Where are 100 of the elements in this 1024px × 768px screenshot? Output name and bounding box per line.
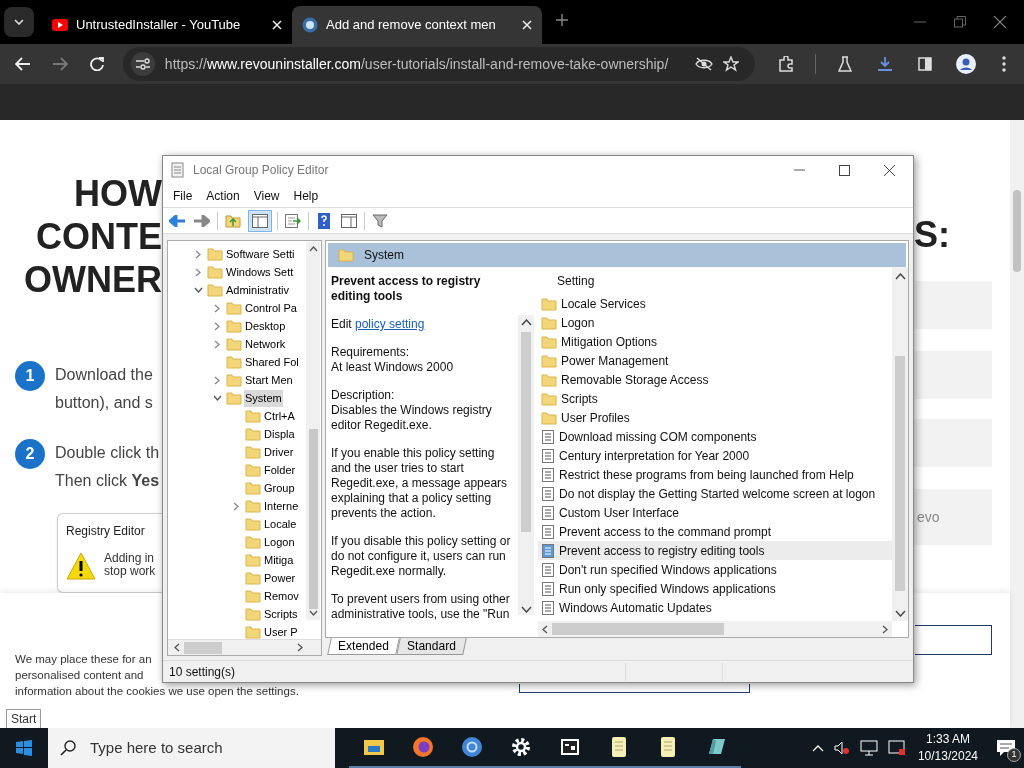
scroll-down-icon[interactable]	[894, 610, 906, 617]
tree-item[interactable]: Scripts	[263, 605, 299, 623]
network-icon[interactable]	[859, 740, 878, 756]
tree-item[interactable]: Power	[263, 569, 297, 587]
tree-item[interactable]: User P	[263, 623, 299, 639]
scroll-down-icon[interactable]	[308, 610, 318, 616]
scroll-up-icon[interactable]	[520, 319, 532, 326]
monitor-alert-icon[interactable]	[887, 740, 906, 756]
setting-row[interactable]: Windows Automatic Updates	[538, 598, 892, 617]
tree-item[interactable]: Desktop	[244, 317, 287, 335]
tree-item[interactable]: Displa	[263, 425, 296, 443]
chevron-right-icon[interactable]	[214, 375, 220, 385]
heading-text: S:	[914, 213, 951, 256]
scroll-left-icon[interactable]	[174, 643, 180, 652]
scroll-left-icon[interactable]	[542, 624, 548, 634]
eye-slash-icon[interactable]	[695, 57, 713, 71]
scroll-up-icon[interactable]	[894, 273, 906, 280]
tree-item[interactable]: System	[244, 389, 283, 407]
menu-item[interactable]: View	[246, 186, 287, 205]
chevron-down-icon[interactable]	[193, 287, 203, 293]
tree-item[interactable]: Windows Sett	[225, 263, 295, 281]
browser-tab[interactable]: Add and remove context men	[292, 6, 542, 44]
setting-row[interactable]: Logon	[538, 313, 892, 332]
scroll-down-icon[interactable]	[520, 606, 532, 613]
search-input[interactable]: Type here to search	[90, 736, 310, 760]
close-icon[interactable]	[884, 164, 895, 176]
settings-button[interactable]	[519, 684, 750, 693]
setting-row[interactable]: Run only specified Windows applications	[538, 579, 892, 598]
tree-item[interactable]: Interne	[263, 497, 300, 515]
tree-item[interactable]: Logon	[263, 533, 296, 551]
setting-row[interactable]: Prevent access to registry editing tools	[538, 541, 892, 560]
setting-row[interactable]: Mitigation Options	[538, 332, 892, 351]
tree-item[interactable]: Driver	[263, 443, 295, 461]
setting-row[interactable]: Restrict these programs from being launched from Help	[538, 465, 892, 484]
menu-item[interactable]: Action	[199, 186, 247, 205]
chevron-right-icon[interactable]	[214, 339, 220, 349]
tree-item[interactable]: Control Pa	[244, 299, 298, 317]
scrollbar-thumb[interactable]	[521, 332, 531, 532]
scrollbar-thumb[interactable]	[552, 623, 724, 635]
tree-item[interactable]: Mitiga	[263, 551, 295, 569]
setting-row[interactable]: User Profiles	[538, 408, 892, 427]
scrollbar-thumb[interactable]	[1013, 190, 1021, 272]
chevron-down-icon[interactable]	[212, 395, 222, 401]
chevron-up-icon[interactable]	[811, 744, 824, 752]
profile-button[interactable]	[954, 52, 978, 76]
scroll-right-icon[interactable]	[882, 624, 888, 634]
chevron-right-icon[interactable]	[214, 303, 220, 313]
speaker-muted-icon[interactable]	[833, 741, 850, 755]
policy-link[interactable]: policy setting	[355, 317, 425, 331]
chevron-right-icon[interactable]	[195, 267, 201, 277]
tree-item[interactable]: Shared Fol	[244, 353, 300, 371]
setting-row[interactable]: Locale Services	[538, 294, 892, 313]
tree-item[interactable]: Administrativ	[225, 281, 290, 299]
tree-item[interactable]: Remov	[263, 587, 300, 605]
star-icon[interactable]	[723, 56, 739, 72]
flask-icon	[838, 56, 852, 72]
tree-item[interactable]: Group	[263, 479, 296, 497]
menu-item[interactable]: File	[166, 186, 200, 205]
outlined-button[interactable]	[915, 625, 992, 655]
setting-row[interactable]: Download missing COM components	[538, 427, 892, 446]
setting-row[interactable]: Scripts	[538, 389, 892, 408]
restore-icon[interactable]	[954, 16, 966, 28]
site-logo-icon	[302, 17, 318, 33]
menu-item[interactable]: Help	[286, 186, 326, 205]
search-field[interactable]: Type here to search	[48, 728, 335, 768]
scrollbar-thumb[interactable]	[184, 641, 222, 654]
folder-icon	[245, 481, 261, 495]
site-settings-button[interactable]	[130, 52, 155, 76]
tab-list-button[interactable]	[4, 7, 34, 37]
maximize-icon[interactable]	[839, 164, 850, 176]
tree-item[interactable]: Start Men	[244, 371, 294, 389]
clock-button[interactable]: 1:33 AM 10/13/2024	[915, 731, 980, 765]
tree-item[interactable]: Software Setti	[225, 245, 296, 263]
setting-row[interactable]: Don't run specified Windows applications	[538, 560, 892, 579]
tree-item[interactable]: Ctrl+A	[263, 407, 296, 425]
tree-item[interactable]: Locale	[263, 515, 298, 533]
step-text: Then click Yes	[55, 471, 160, 491]
scrollbar-thumb[interactable]	[895, 356, 905, 591]
kebab-menu-icon	[1002, 56, 1006, 72]
setting-row[interactable]: Century interpretation for Year 2000	[538, 446, 892, 465]
tree-item[interactable]: Network	[244, 335, 287, 353]
setting-row[interactable]: Custom User Interface	[538, 503, 892, 522]
chevron-right-icon[interactable]	[195, 249, 201, 259]
setting-row[interactable]: Removable Storage Access	[538, 370, 892, 389]
setting-row[interactable]: Prevent access to the command prompt	[538, 522, 892, 541]
setting-icon	[541, 581, 555, 596]
view-tab[interactable]: Extended	[327, 638, 400, 655]
chevron-right-icon[interactable]	[233, 501, 239, 511]
show-tree-button[interactable]	[248, 209, 272, 232]
setting-row[interactable]: Do not display the Getting Started welcome screen at logon	[538, 484, 892, 503]
folder-icon	[207, 283, 223, 297]
column-header[interactable]: Setting	[538, 272, 892, 294]
scrollbar-thumb[interactable]	[308, 429, 318, 609]
address-bar[interactable]: https://www.revouninstaller.com/user-tutorials/install-and-remove-take-ownership/	[122, 47, 755, 81]
scroll-up-icon[interactable]	[308, 246, 318, 252]
scroll-right-icon[interactable]	[297, 643, 303, 652]
chevron-right-icon[interactable]	[214, 321, 220, 331]
tree-item[interactable]: Folder	[263, 461, 297, 479]
view-tab[interactable]: Standard	[395, 638, 467, 655]
setting-row[interactable]: Power Management	[538, 351, 892, 370]
